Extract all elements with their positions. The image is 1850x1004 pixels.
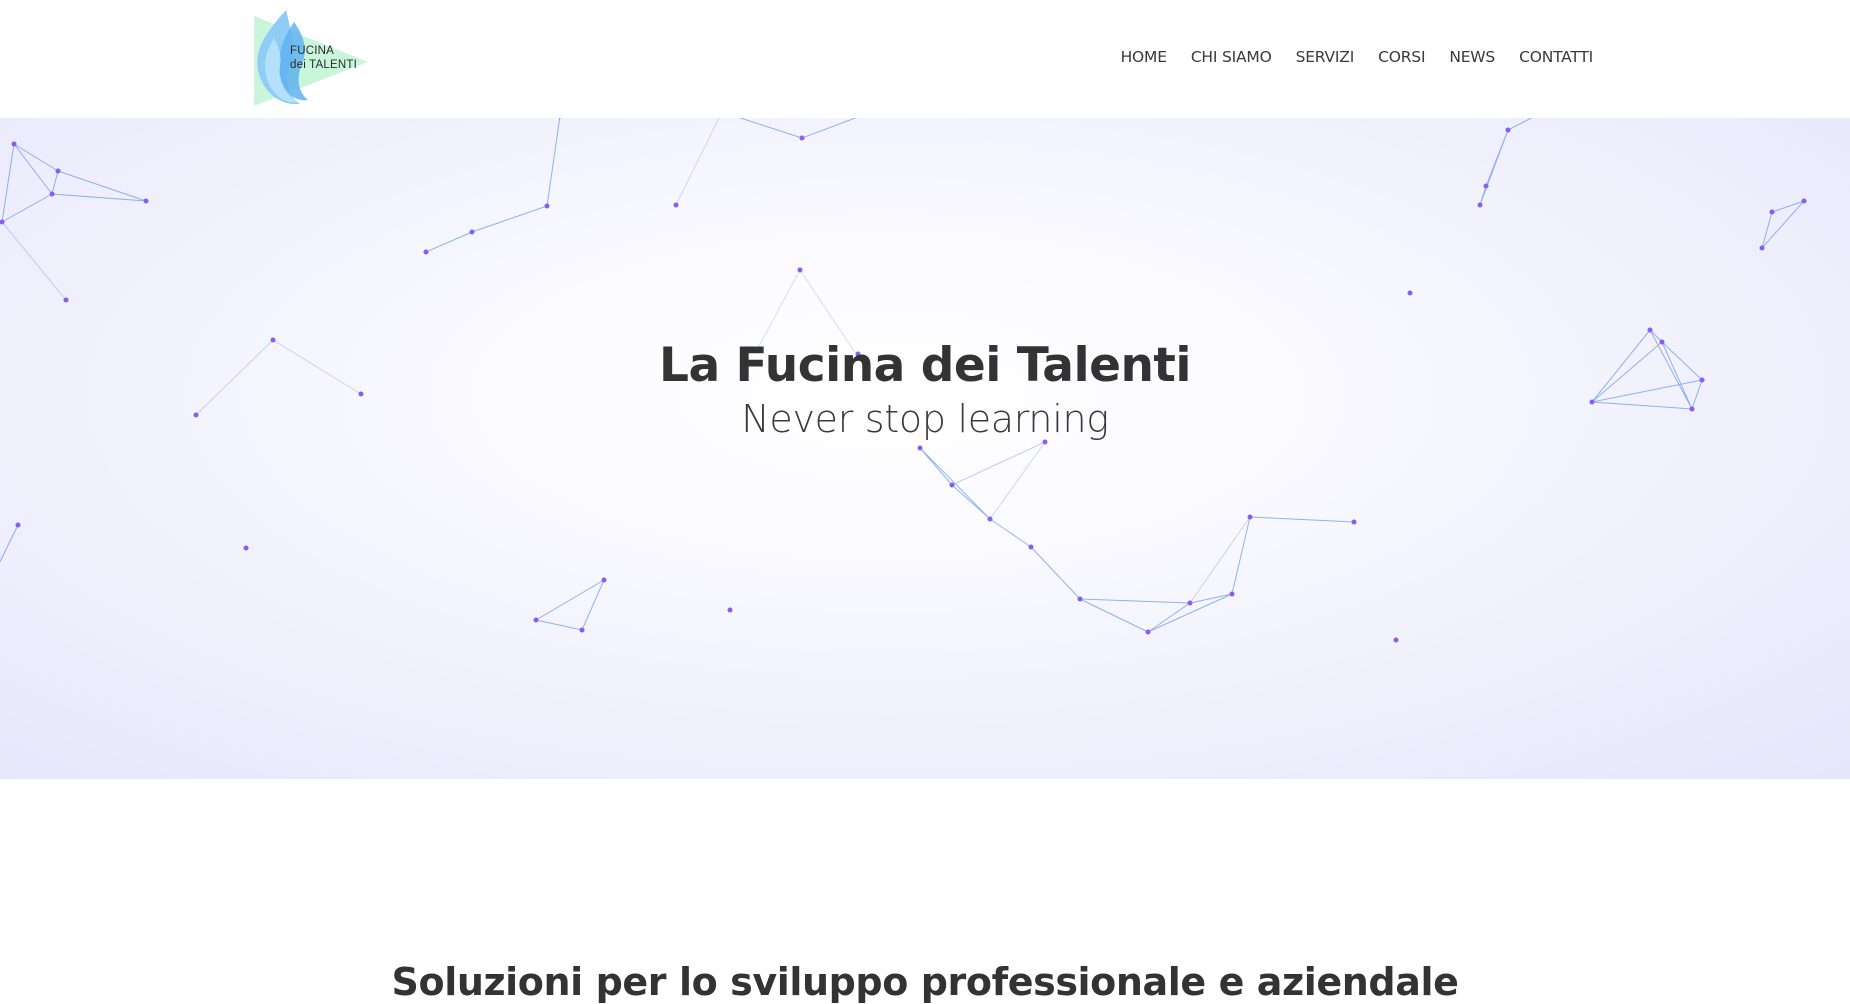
site-header: FUCINA dei TALENTI HOME CHI SIAMO SERVIZ… [0, 0, 1850, 118]
main-nav: HOME CHI SIAMO SERVIZI CORSI NEWS CONTAT… [1121, 48, 1594, 66]
logo-line-1: FUCINA [290, 45, 335, 57]
nav-contatti[interactable]: CONTATTI [1519, 48, 1593, 66]
hero-banner: La Fucina dei Talenti Never stop learnin… [0, 118, 1850, 779]
nav-corsi[interactable]: CORSI [1378, 48, 1425, 66]
logo-line-2: dei TALENTI [290, 59, 357, 71]
nav-home[interactable]: HOME [1121, 48, 1167, 66]
hero-subtitle: Never stop learning [741, 397, 1109, 441]
nav-news[interactable]: NEWS [1449, 48, 1495, 66]
hero-title: La Fucina dei Talenti [659, 338, 1192, 393]
logo-text: FUCINA dei TALENTI [290, 44, 357, 72]
section-heading: Soluzioni per lo sviluppo professionale … [391, 959, 1459, 1004]
nav-servizi[interactable]: SERVIZI [1296, 48, 1355, 66]
particle-network-background [0, 118, 1807, 643]
nav-chi-siamo[interactable]: CHI SIAMO [1191, 48, 1272, 66]
